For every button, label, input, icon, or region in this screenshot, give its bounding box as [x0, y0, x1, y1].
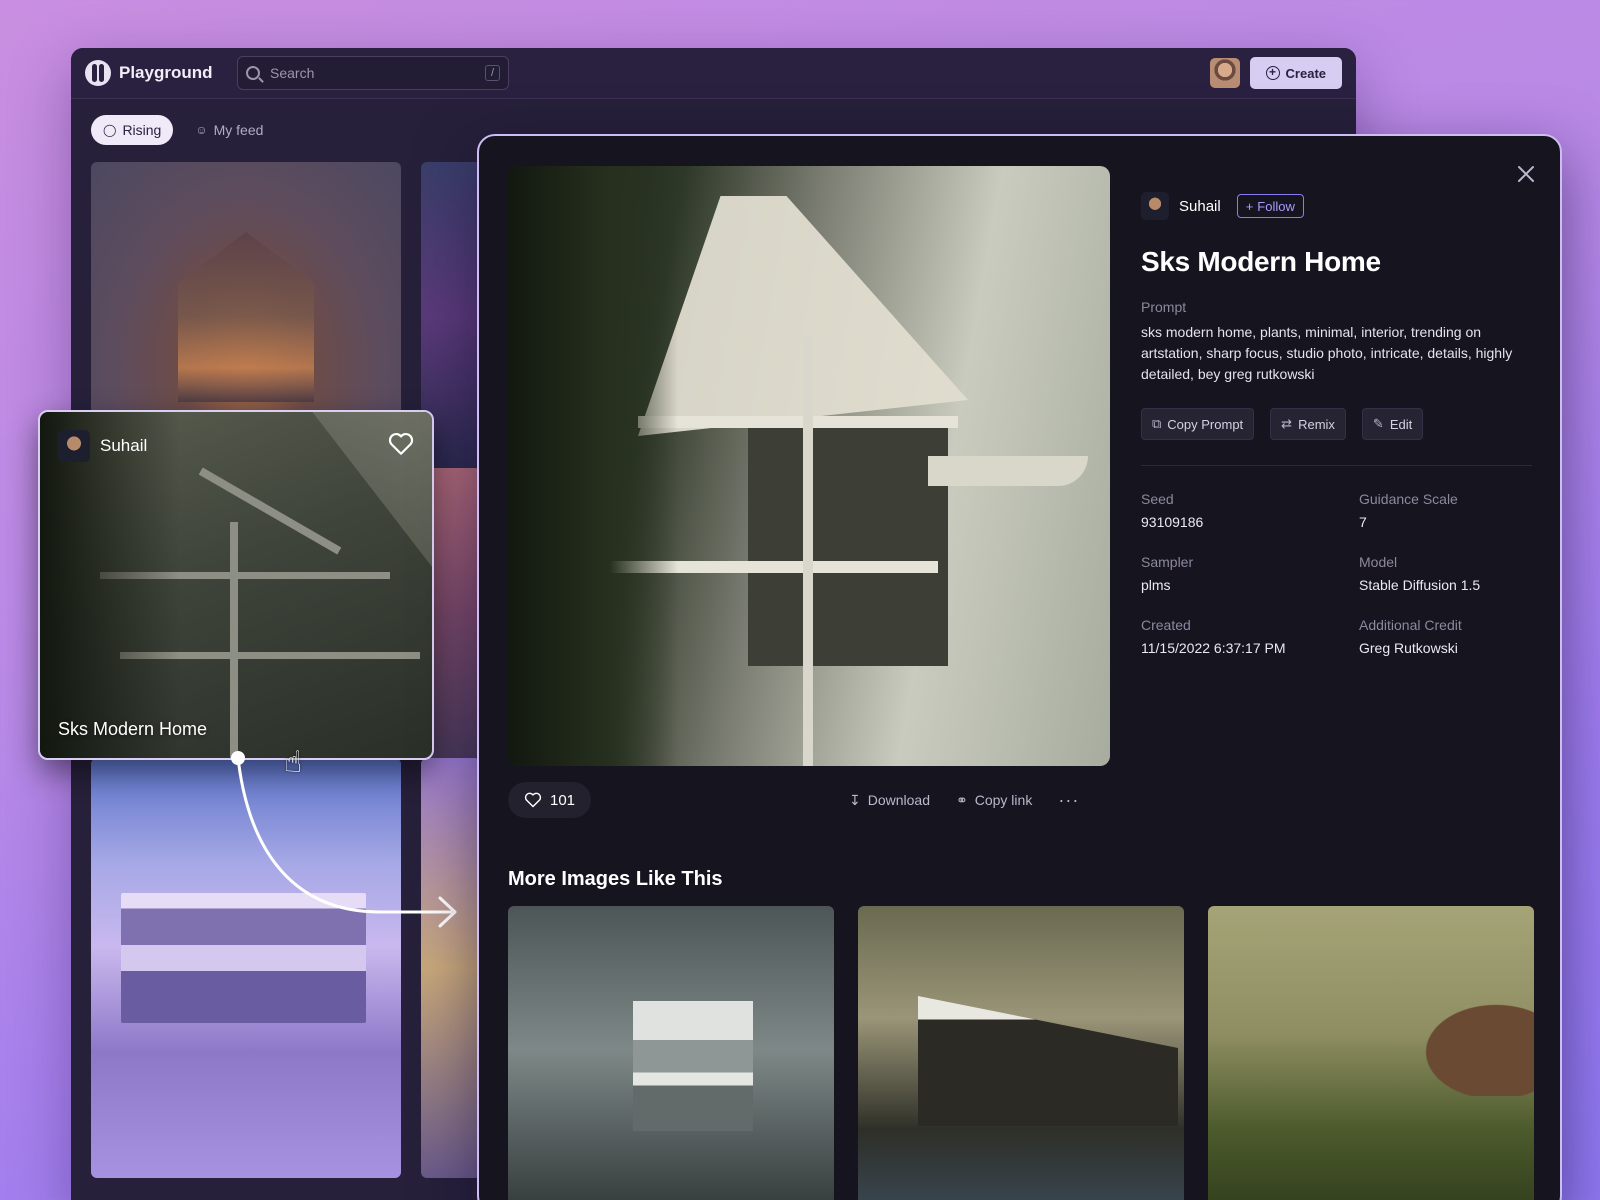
- playground-logo-icon: [85, 60, 111, 86]
- meta-value: 7: [1359, 514, 1367, 530]
- download-icon: ↧: [849, 791, 861, 808]
- meta-model: Model Stable Diffusion 1.5: [1359, 554, 1541, 593]
- copy-link-label: Copy link: [974, 792, 1033, 808]
- meta-label: Sampler: [1141, 554, 1194, 570]
- meta-label: Guidance Scale: [1359, 491, 1458, 507]
- more-options-button[interactable]: ···: [1058, 790, 1079, 811]
- main-image[interactable]: [508, 166, 1110, 766]
- edit-button[interactable]: ✎ Edit: [1361, 408, 1424, 440]
- similar-image-3[interactable]: [1208, 906, 1534, 1200]
- edit-label: Edit: [1389, 416, 1413, 432]
- divider: [1141, 465, 1532, 466]
- prompt-tools: ⧉ Copy Prompt ⇄ Remix ✎ Edit: [1141, 408, 1424, 440]
- create-button-label: Create: [1285, 65, 1326, 81]
- download-button[interactable]: ↧ Download: [849, 792, 930, 809]
- filter-my-feed-label: My feed: [213, 122, 264, 138]
- link-icon: ⚭: [956, 791, 968, 808]
- hover-card-image: [40, 412, 432, 758]
- meta-value: Greg Rutkowski: [1359, 640, 1458, 656]
- similar-image-1[interactable]: [508, 906, 834, 1200]
- meta-sampler: Sampler plms: [1141, 554, 1359, 593]
- image-actions: ↧ Download ⚭ Copy link ···: [849, 782, 1079, 818]
- brand-name: Playground: [119, 63, 213, 82]
- follow-label: Follow: [1257, 198, 1295, 214]
- detail-author: Suhail + Follow: [1141, 192, 1304, 220]
- more-icon: ···: [1058, 789, 1080, 810]
- user-icon: ☺: [195, 123, 208, 137]
- heart-icon[interactable]: [388, 432, 414, 456]
- user-avatar[interactable]: [1209, 58, 1240, 88]
- author-avatar[interactable]: [1141, 192, 1169, 220]
- edit-icon: ✎: [1372, 416, 1384, 431]
- generation-metadata: Seed 93109186 Guidance Scale 7 Sampler p…: [1141, 491, 1541, 656]
- meta-additional-credit: Additional Credit Greg Rutkowski: [1359, 617, 1541, 656]
- filter-rising[interactable]: ◯ Rising: [91, 115, 174, 145]
- feed-image-temple[interactable]: [421, 758, 481, 1178]
- meta-value: Stable Diffusion 1.5: [1359, 577, 1481, 593]
- like-count: 101: [550, 791, 576, 809]
- meta-label: Seed: [1141, 491, 1174, 507]
- more-images-title: More Images Like This: [508, 868, 723, 890]
- plus-icon: +: [1245, 198, 1254, 214]
- download-label: Download: [867, 792, 930, 808]
- close-icon[interactable]: [1516, 164, 1536, 184]
- author-name[interactable]: Suhail: [1179, 198, 1221, 215]
- meta-created: Created 11/15/2022 6:37:17 PM: [1141, 617, 1359, 656]
- remix-label: Remix: [1298, 416, 1335, 432]
- hover-preview-card[interactable]: Suhail Sks Modern Home: [38, 410, 434, 760]
- image-title: Sks Modern Home: [1141, 246, 1381, 277]
- similar-image-2[interactable]: [858, 906, 1184, 1200]
- plus-circle-icon: +: [1265, 66, 1280, 80]
- meta-value: plms: [1141, 577, 1171, 593]
- top-bar: Playground Search / + Create: [71, 48, 1356, 99]
- filter-my-feed[interactable]: ☺ My feed: [183, 115, 275, 145]
- remix-button[interactable]: ⇄ Remix: [1270, 408, 1346, 440]
- copy-icon: ⧉: [1152, 416, 1162, 431]
- hand-cursor-icon: ☝: [284, 746, 303, 779]
- copy-link-button[interactable]: ⚭ Copy link: [956, 792, 1032, 809]
- prompt-text: sks modern home, plants, minimal, interi…: [1141, 324, 1513, 382]
- flame-icon: ◯: [103, 123, 117, 137]
- meta-value: 11/15/2022 6:37:17 PM: [1141, 640, 1286, 656]
- meta-label: Additional Credit: [1359, 617, 1462, 633]
- feed-filters: ◯ Rising ☺ My feed: [91, 115, 275, 145]
- prompt-label: Prompt: [1141, 299, 1187, 315]
- copy-prompt-button[interactable]: ⧉ Copy Prompt: [1141, 408, 1255, 440]
- follow-button[interactable]: + Follow: [1236, 194, 1304, 218]
- search-input[interactable]: Search /: [237, 56, 509, 90]
- meta-guidance-scale: Guidance Scale 7: [1359, 491, 1541, 530]
- meta-seed: Seed 93109186: [1141, 491, 1359, 530]
- feed-image-victorian-house[interactable]: [91, 162, 401, 452]
- feed-image-modern-villa[interactable]: [91, 758, 401, 1178]
- search-shortcut-key: /: [484, 65, 500, 81]
- meta-value: 93109186: [1141, 514, 1204, 530]
- copy-prompt-label: Copy Prompt: [1167, 416, 1244, 432]
- meta-label: Model: [1359, 554, 1398, 570]
- brand[interactable]: Playground: [85, 60, 225, 86]
- search-icon: [246, 66, 260, 80]
- heart-icon: [524, 792, 542, 808]
- create-button[interactable]: + Create: [1249, 57, 1342, 89]
- hover-card-title: Sks Modern Home: [58, 719, 208, 739]
- like-button[interactable]: 101: [508, 782, 592, 818]
- meta-label: Created: [1141, 617, 1191, 633]
- remix-icon: ⇄: [1281, 416, 1293, 431]
- search-placeholder: Search: [270, 65, 315, 81]
- hover-card-author[interactable]: Suhail: [100, 436, 147, 456]
- author-avatar[interactable]: [58, 430, 90, 462]
- filter-rising-label: Rising: [122, 122, 162, 138]
- image-detail-modal: 101 ↧ Download ⚭ Copy link ··· Suhail + …: [477, 134, 1562, 1200]
